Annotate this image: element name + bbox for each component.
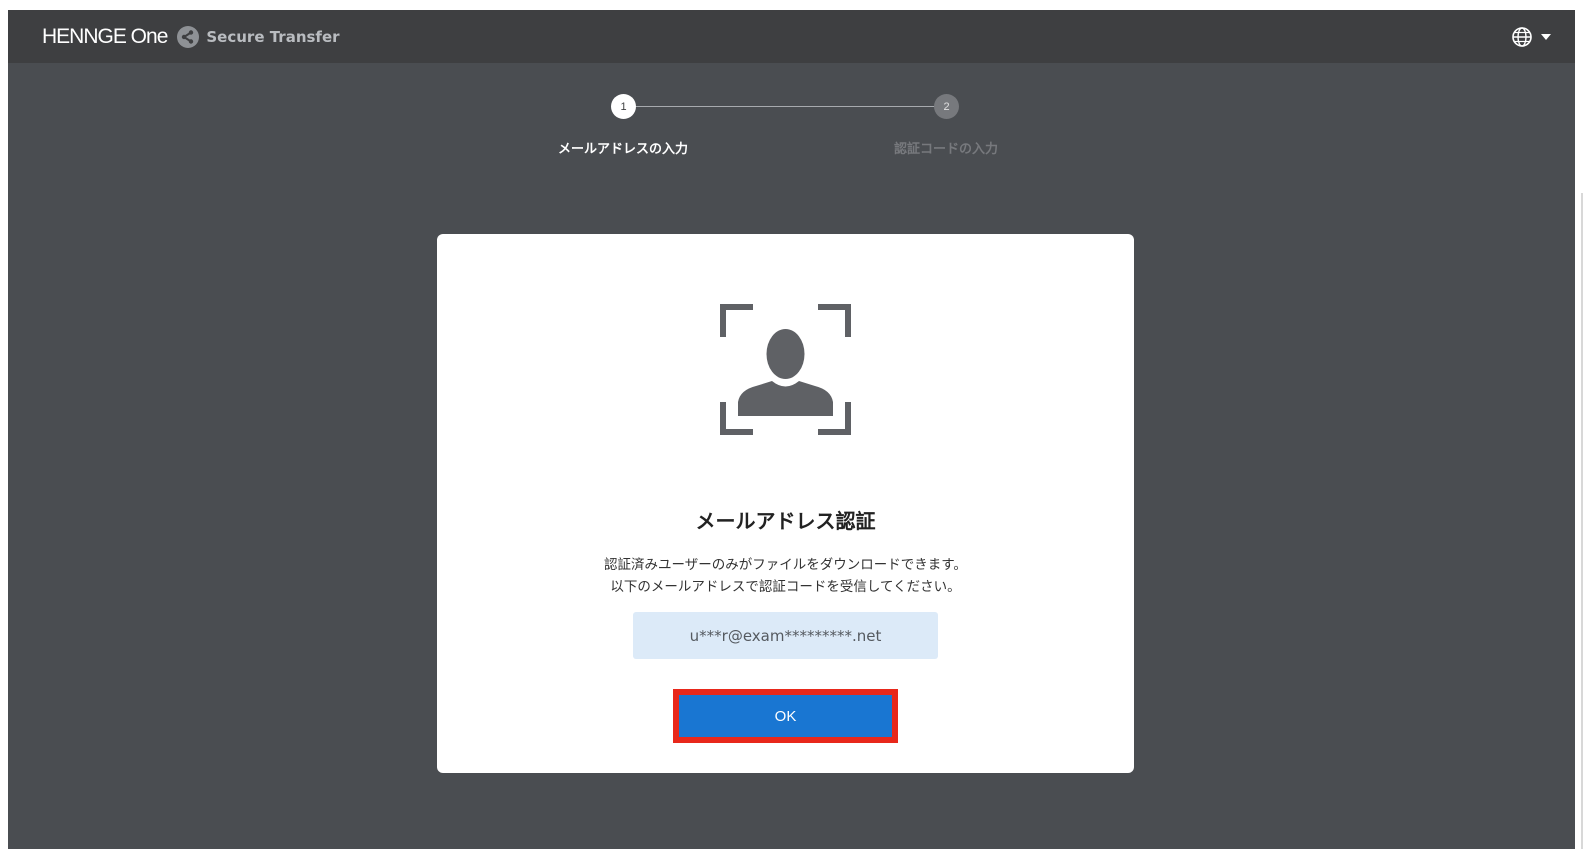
step-2-label: 認証コードの入力 <box>893 142 999 157</box>
step-1-label: メールアドレスの入力 <box>557 142 689 157</box>
verification-card: メールアドレス認証 認証済みユーザーのみがファイルをダウンロードできます。 以下… <box>437 234 1134 773</box>
description-line-2: 以下のメールアドレスで認証コードを受信してください。 <box>610 579 961 595</box>
ok-button-highlight: OK <box>673 689 898 743</box>
progress-stepper: 1 2 メールアドレスの入力 認証コードの入力 <box>8 10 1575 170</box>
app-window: HENNGE One Secure Transfer 1 2 メールアドレスの入… <box>8 10 1575 849</box>
step-connector <box>624 105 946 107</box>
user-scan-icon <box>720 304 851 435</box>
step-2-indicator: 2 <box>934 94 959 119</box>
card-description: 認証済みユーザーのみがファイルをダウンロードできます。 以下のメールアドレスで認… <box>437 554 1134 598</box>
description-line-1: 認証済みユーザーのみがファイルをダウンロードできます。 <box>604 557 967 573</box>
card-title: メールアドレス認証 <box>695 509 876 533</box>
masked-email: u***r@exam*********.net <box>633 612 938 659</box>
ok-button[interactable]: OK <box>679 695 892 737</box>
step-1-indicator: 1 <box>611 94 636 119</box>
